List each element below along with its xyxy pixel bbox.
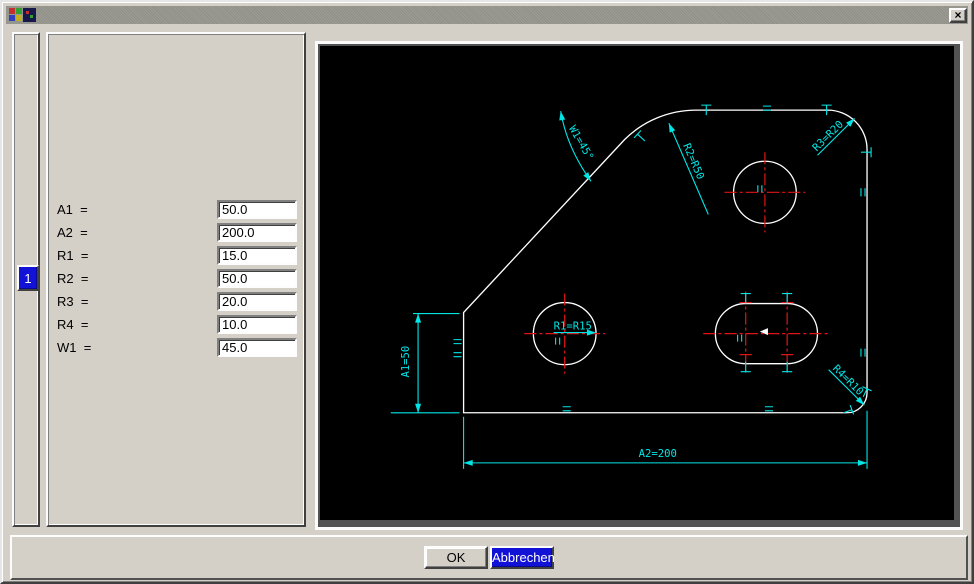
drawing-preview-panel: A1=50 A2=200 W1=45°: [315, 41, 963, 530]
param-label-w1: W1 =: [57, 340, 217, 355]
dim-r3-label: R3=R20: [810, 119, 846, 154]
dim-a2-label: A2=200: [639, 448, 677, 460]
param-row-a2: A2 =: [57, 223, 297, 242]
centerline-hole-top-right: [724, 152, 805, 232]
param-label-a1: A1 =: [57, 202, 217, 217]
plate-outline: [464, 110, 867, 413]
param-label-r1: R1 =: [57, 248, 217, 263]
param-row-a1: A1 =: [57, 200, 297, 219]
param-row-r2: R2 =: [57, 269, 297, 288]
param-row-r3: R3 =: [57, 292, 297, 311]
close-button[interactable]: ×: [949, 8, 967, 23]
centerline-hole-left: [524, 294, 605, 374]
param-row-r4: R4 =: [57, 315, 297, 334]
cad-preview-drawing: A1=50 A2=200 W1=45°: [320, 46, 954, 520]
dim-w1-label: W1=45°: [566, 124, 596, 163]
dim-r2: R2=R50: [666, 122, 708, 214]
dim-w1: W1=45°: [558, 111, 596, 183]
param-row-w1: W1 =: [57, 338, 297, 357]
ok-button[interactable]: OK: [424, 546, 488, 569]
drawing-canvas: A1=50 A2=200 W1=45°: [320, 46, 954, 520]
page-1-button[interactable]: 1: [17, 265, 39, 291]
hole-left: [533, 303, 596, 365]
dim-r4-label: R4=R10: [830, 363, 866, 398]
param-row-r1: R1 =: [57, 246, 297, 265]
dim-r1-label: R1=R15: [554, 321, 592, 333]
dim-a1-label: A1=50: [400, 346, 412, 378]
param-input-a2[interactable]: [217, 223, 297, 242]
close-icon: ×: [954, 10, 961, 20]
param-label-a2: A2 =: [57, 225, 217, 240]
constraint-marks: [453, 106, 865, 411]
param-input-r1[interactable]: [217, 246, 297, 265]
page-selector-panel: 1: [12, 32, 40, 527]
dim-a1: A1=50: [391, 314, 460, 413]
param-label-r3: R3 =: [57, 294, 217, 309]
param-label-r2: R2 =: [57, 271, 217, 286]
cancel-button[interactable]: Abbrechen: [490, 546, 554, 569]
param-input-r4[interactable]: [217, 315, 297, 334]
param-input-w1[interactable]: [217, 338, 297, 357]
parameter-rows: A1 = A2 = R1 = R2 = R3 = R4 =: [57, 200, 297, 361]
param-label-r4: R4 =: [57, 317, 217, 332]
dialog-window: × 1 A1 = A2 = R1 = R2 = R3 =: [0, 0, 974, 584]
app-icon: [8, 7, 38, 23]
button-bar: OK Abbrechen: [10, 535, 968, 580]
dim-a2: A2=200: [464, 411, 867, 469]
dim-r2-label: R2=R50: [680, 142, 706, 182]
centerline-ticks-slot: [740, 303, 794, 355]
param-input-r3[interactable]: [217, 292, 297, 311]
param-input-r2[interactable]: [217, 269, 297, 288]
parameter-form-panel: A1 = A2 = R1 = R2 = R3 = R4 =: [46, 32, 306, 527]
param-input-a1[interactable]: [217, 200, 297, 219]
titlebar: ×: [6, 6, 968, 24]
hole-top-right: [734, 161, 797, 223]
